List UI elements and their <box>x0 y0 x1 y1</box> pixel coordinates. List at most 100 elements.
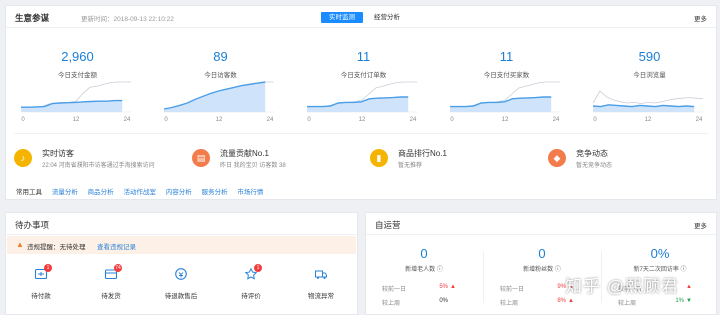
arrow-up-icon: ▲ <box>450 284 456 290</box>
alert-subtitle: 暂无竞争动态 <box>576 163 613 169</box>
todo-pending-shipment[interactable]: 74 待发货 <box>76 264 146 307</box>
warning-icon: ▲ <box>16 240 24 249</box>
stat-value: 89 <box>213 49 228 64</box>
compare-label: 较上周 <box>382 301 401 307</box>
alert-title: 商品排行No.1 <box>398 149 447 158</box>
store-icon: ▤ <box>192 149 210 167</box>
alert-traffic-contribution[interactable]: ▤ 流量贡献No.1 昨日 我的宝贝 访客数 38 <box>184 146 360 174</box>
tool-link-content[interactable]: 内容分析 <box>166 189 192 196</box>
self-ops-card: 自运营 更多 0 新增老人数 ⓘ 较前一日 5% ▲ 较上周 0% 0 新增粉丝… <box>365 212 717 315</box>
tool-link-campaign[interactable]: 活动作战室 <box>123 189 156 196</box>
divider <box>483 251 484 303</box>
sparkline-chart: 0 12 24 <box>163 81 274 123</box>
overview-more-link[interactable]: 更多 <box>694 13 707 23</box>
violation-warning: ▲ 违规提醒：无待处理 查看违规记录 <box>7 236 356 254</box>
todo-pending-review[interactable]: 1 待评价 <box>216 264 286 307</box>
alert-title: 竞争动态 <box>576 149 608 158</box>
alert-subtitle: 22:04 河南省濮阳市访客通过手淘搜索访问 <box>42 163 155 169</box>
tool-link-traffic[interactable]: 流量分析 <box>52 189 78 196</box>
arrow-up-icon: ▲ <box>686 284 692 290</box>
compare-label: 较上周 <box>618 301 637 307</box>
kpi-value: 0 <box>420 246 428 261</box>
compare-value: 0% <box>439 298 448 304</box>
x-tick-label: 12 <box>359 117 366 123</box>
tab-business[interactable]: 经营分析 <box>366 12 408 23</box>
compare-label: 较前一日 <box>500 287 525 293</box>
count-badge: 74 <box>114 264 122 272</box>
todo-title: 待办事项 <box>15 220 50 230</box>
x-tick-label: 24 <box>696 117 703 123</box>
stat-value: 11 <box>499 49 514 64</box>
sparkline-chart: 0 12 24 <box>450 81 560 123</box>
overview-card: 生意参谋 更新时间：2018-09-13 22:10:22 实时监测 经营分析 … <box>5 5 717 200</box>
stat-value: 11 <box>356 49 371 64</box>
x-tick-label: 0 <box>450 117 454 123</box>
tab-realtime[interactable]: 实时监测 <box>321 12 363 23</box>
tool-link-product[interactable]: 商品分析 <box>88 189 114 196</box>
bell-icon: ♪ <box>14 149 32 167</box>
alert-realtime-visitor[interactable]: ♪ 实时访客 22:04 河南省濮阳市访客通过手淘搜索访问 <box>6 146 182 174</box>
competition-icon: ◆ <box>548 149 566 167</box>
stat-orders[interactable]: 11 今日支付订单数 0 12 24 <box>292 44 435 130</box>
sparkline-chart: 0 12 24 <box>21 81 131 123</box>
x-tick-label: 12 <box>73 117 80 123</box>
x-tick-label: 24 <box>553 117 560 123</box>
update-time: 更新时间：2018-09-13 22:10:22 <box>81 16 174 23</box>
stat-value: 590 <box>638 49 661 64</box>
stat-buyers[interactable]: 11 今日支付买家数 0 12 24 <box>435 44 578 130</box>
kpi-value: 0% <box>650 246 670 261</box>
today-area <box>164 82 266 112</box>
todo-label: 物流异常 <box>308 293 334 300</box>
tool-link-service[interactable]: 服务分析 <box>202 189 228 196</box>
self-ops-title: 自运营 <box>375 220 401 230</box>
alert-competition[interactable]: ◆ 竞争动态 暂无竞争动态 <box>540 146 716 174</box>
todo-pending-refund[interactable]: 待退款售后 <box>146 267 216 307</box>
compare-value: 1% <box>675 298 684 304</box>
compare-label: 较上周 <box>500 301 519 307</box>
compare-label: 较前一日 <box>382 287 407 293</box>
alert-subtitle: 暂无推荐 <box>398 163 423 169</box>
rank-icon: ▮ <box>370 149 388 167</box>
x-tick-label: 24 <box>267 117 274 123</box>
warning-text: 违规提醒：无待处理 <box>27 244 86 251</box>
todo-card: 待办事项 ▲ 违规提醒：无待处理 查看违规记录 1 待付款 74 待发货 待退款… <box>5 212 358 315</box>
arrow-up-icon: ▲ <box>568 298 574 304</box>
watermark: 知乎 @熙顾君 <box>565 277 679 296</box>
view-violations-link[interactable]: 查看违规记录 <box>97 241 136 251</box>
x-tick-label: 0 <box>164 117 168 123</box>
arrow-down-icon: ▼ <box>686 298 692 304</box>
alert-title: 实时访客 <box>42 149 74 158</box>
self-ops-header: 自运营 更多 <box>366 213 716 235</box>
divider <box>14 133 708 134</box>
today-area <box>450 97 552 112</box>
todo-label: 待发货 <box>101 293 121 300</box>
sparkline-chart: 0 12 24 <box>592 90 704 123</box>
compare-value: 8% <box>557 298 566 304</box>
x-tick-label: 24 <box>124 117 131 123</box>
stat-payment-amount[interactable]: 2,960 今日支付金额 0 12 24 <box>6 44 149 130</box>
alert-subtitle: 昨日 我的宝贝 访客数 38 <box>220 163 286 169</box>
common-tools-bar: 常用工具 流量分析 商品分析 活动作战室 内容分析 服务分析 市场行情 <box>16 186 271 196</box>
self-ops-more-link[interactable]: 更多 <box>694 220 707 230</box>
overview-header: 生意参谋 更新时间：2018-09-13 22:10:22 实时监测 经营分析 … <box>6 6 716 28</box>
todo-label: 待付款 <box>31 293 51 300</box>
logistics-icon <box>315 270 327 279</box>
stat-pageviews[interactable]: 590 今日浏览量 0 12 24 <box>578 44 720 130</box>
x-tick-label: 12 <box>502 117 509 123</box>
alert-title: 流量贡献No.1 <box>220 149 269 158</box>
kpi-label: 新增老人数 ⓘ <box>405 267 443 273</box>
yesterday-line <box>592 90 704 105</box>
x-tick-label: 24 <box>410 117 417 123</box>
x-tick-label: 12 <box>645 117 652 123</box>
todo-label: 待退款售后 <box>164 293 198 300</box>
todo-pending-payment[interactable]: 1 待付款 <box>6 264 76 307</box>
refund-icon <box>175 268 187 280</box>
overview-title: 生意参谋 <box>15 13 50 23</box>
todo-logistics-exception[interactable]: 物流异常 <box>286 267 356 307</box>
today-area <box>307 97 409 112</box>
stat-visitors[interactable]: 89 今日访客数 0 12 24 <box>149 44 292 130</box>
alert-product-ranking[interactable]: ▮ 商品排行No.1 暂无推荐 <box>362 146 538 174</box>
kpi-value: 0 <box>538 246 546 261</box>
kpi-new-customers[interactable]: 0 新增老人数 ⓘ 较前一日 5% ▲ 较上周 0% <box>368 243 480 315</box>
tool-link-market[interactable]: 市场行情 <box>237 189 263 196</box>
